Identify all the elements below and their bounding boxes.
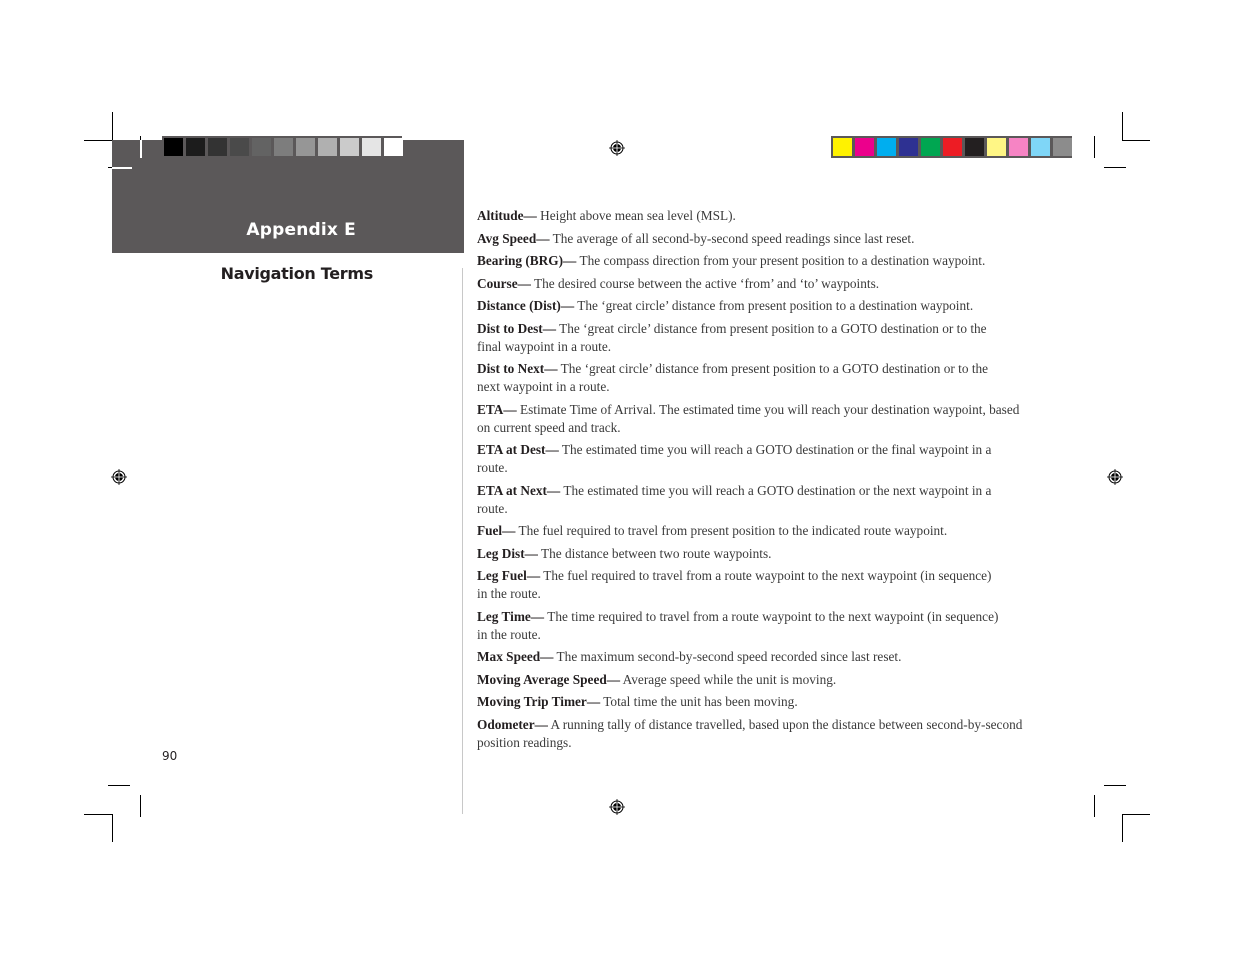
color-swatch <box>1031 138 1050 156</box>
gray-swatch <box>164 138 183 156</box>
crop-mark <box>108 785 130 786</box>
crop-mark <box>112 112 113 140</box>
term-definition: Height above mean sea level (MSL). <box>536 208 736 223</box>
term-definition: The compass direction from your present … <box>576 253 986 268</box>
term-entry: Max Speed— The maximum second-by-second … <box>477 648 1037 666</box>
gray-swatch <box>384 138 403 156</box>
page-number: 90 <box>162 749 178 763</box>
color-swatch <box>899 138 918 156</box>
registration-mark-icon <box>609 799 625 815</box>
crop-mark <box>1094 136 1095 158</box>
color-swatch <box>855 138 874 156</box>
registration-mark-icon <box>1107 469 1123 485</box>
term-entry: Dist to Next— The ‘great circle’ distanc… <box>477 360 997 396</box>
term-entry: Moving Trip Timer— Total time the unit h… <box>477 693 1037 711</box>
term-name: Max Speed— <box>477 649 554 664</box>
term-name: Leg Dist— <box>477 545 538 561</box>
color-swatch <box>833 138 852 156</box>
term-entry: Avg Speed— The average of all second-by-… <box>477 230 1037 248</box>
term-definition: The time required to travel from a route… <box>477 608 999 642</box>
term-entry: ETA at Next— The estimated time you will… <box>477 482 997 518</box>
term-definition: Estimate Time of Arrival. The estimated … <box>477 401 1020 435</box>
term-entry: Leg Dist— The distance between two route… <box>477 545 1037 563</box>
gray-swatch <box>318 138 337 156</box>
term-entry: Bearing (BRG)— The compass direction fro… <box>477 252 1037 270</box>
gray-swatch <box>340 138 359 156</box>
term-definition: The ‘great circle’ distance from present… <box>574 298 974 313</box>
crop-mark <box>84 814 112 815</box>
column-divider <box>462 268 463 814</box>
registration-mark-icon <box>609 140 625 156</box>
term-name: ETA at Next— <box>477 482 561 498</box>
color-swatch <box>1009 138 1028 156</box>
term-entry: Leg Time— The time required to travel fr… <box>477 608 1007 644</box>
term-name: Bearing (BRG)— <box>477 253 577 268</box>
gray-swatch <box>186 138 205 156</box>
color-swatch <box>1053 138 1072 156</box>
term-name: Moving Average Speed— <box>477 671 621 687</box>
term-definition: Total time the unit has been moving. <box>600 694 798 709</box>
term-entry: Altitude— Height above mean sea level (M… <box>477 207 1037 225</box>
term-name: Course— <box>477 275 531 291</box>
term-definition: Average speed while the unit is moving. <box>620 671 837 687</box>
color-swatch <box>921 138 940 156</box>
term-entry: ETA at Dest— The estimated time you will… <box>477 441 997 477</box>
crop-mark <box>112 167 132 169</box>
term-entry: Dist to Dest— The ‘great circle’ distanc… <box>477 320 997 356</box>
term-entry: Odometer— A running tally of distance tr… <box>477 716 1032 752</box>
term-name: ETA at Dest— <box>477 442 559 457</box>
appendix-title: Appendix E <box>246 220 356 240</box>
term-name: Altitude— <box>477 208 537 223</box>
term-entry: Fuel— The fuel required to travel from p… <box>477 522 1037 540</box>
term-name: ETA— <box>477 401 517 417</box>
gray-swatch <box>252 138 271 156</box>
crop-mark <box>1122 140 1150 141</box>
section-title: Navigation Terms <box>220 264 374 283</box>
color-swatch <box>943 138 962 156</box>
crop-mark <box>140 140 142 158</box>
term-entry: Leg Fuel— The fuel required to travel fr… <box>477 567 1002 603</box>
crop-mark <box>140 795 141 817</box>
grayscale-color-bar <box>162 136 403 158</box>
term-definition: The maximum second-by-second speed recor… <box>553 649 902 664</box>
term-entry: Distance (Dist)— The ‘great circle’ dist… <box>477 297 1037 315</box>
term-name: Dist to Dest— <box>477 320 557 336</box>
process-color-bar <box>831 136 1072 158</box>
crop-mark <box>1104 167 1126 168</box>
term-definition: The fuel required to travel from present… <box>515 523 948 538</box>
term-definition: The distance between two route waypoints… <box>537 545 772 561</box>
term-name: Leg Fuel— <box>477 568 541 583</box>
crop-mark <box>84 140 112 141</box>
term-name: Distance (Dist)— <box>477 298 575 313</box>
term-name: Fuel— <box>477 523 516 538</box>
term-name: Leg Time— <box>477 608 545 624</box>
color-swatch <box>987 138 1006 156</box>
gray-swatch <box>230 138 249 156</box>
crop-mark <box>1104 785 1126 786</box>
color-swatch <box>877 138 896 156</box>
term-entry: ETA— Estimate Time of Arrival. The estim… <box>477 401 1022 437</box>
term-definition: The average of all second-by-second spee… <box>549 230 915 246</box>
gray-swatch <box>362 138 381 156</box>
navigation-terms-list: Altitude— Height above mean sea level (M… <box>477 207 1037 756</box>
term-definition: A running tally of distance travelled, b… <box>477 716 1023 750</box>
crop-mark <box>112 814 113 842</box>
registration-mark-icon <box>111 469 127 485</box>
color-swatch <box>965 138 984 156</box>
gray-swatch <box>296 138 315 156</box>
gray-swatch <box>274 138 293 156</box>
term-definition: The fuel required to travel from a route… <box>477 568 992 601</box>
crop-mark <box>1122 814 1123 842</box>
crop-mark <box>1122 814 1150 815</box>
term-name: Moving Trip Timer— <box>477 694 601 709</box>
term-name: Avg Speed— <box>477 230 550 246</box>
term-entry: Moving Average Speed— Average speed whil… <box>477 671 1037 689</box>
term-name: Dist to Next— <box>477 361 558 376</box>
crop-mark <box>1094 795 1095 817</box>
gray-swatch <box>208 138 227 156</box>
term-definition: The desired course between the active ‘f… <box>530 275 880 291</box>
term-name: Odometer— <box>477 716 548 732</box>
term-entry: Course— The desired course between the a… <box>477 275 1037 293</box>
crop-mark <box>1122 112 1123 140</box>
